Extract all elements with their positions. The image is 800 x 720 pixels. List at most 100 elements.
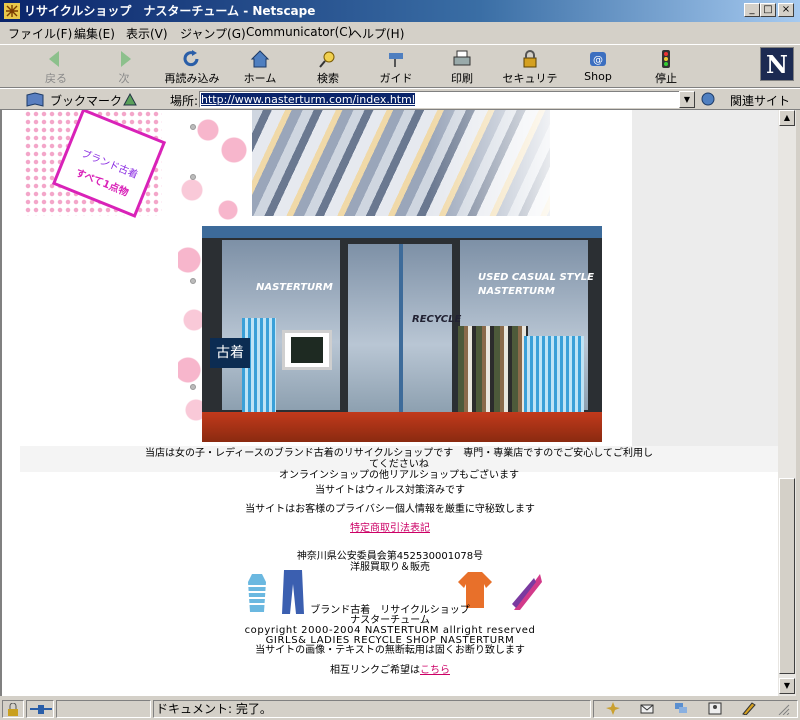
menu-help[interactable]: ヘルプ(H) xyxy=(350,25,404,42)
notice-line-2: オンラインショップの他リアルショップもございます xyxy=(279,470,519,481)
guide-button[interactable]: ガイド xyxy=(364,47,428,87)
photo-fade xyxy=(430,110,550,216)
shop-button[interactable]: @ Shop xyxy=(566,47,630,87)
guide-label: ガイド xyxy=(379,72,413,85)
reload-icon xyxy=(183,50,199,67)
scroll-up-button[interactable]: ▲ xyxy=(779,110,795,126)
law-link-row: 特定商取引法表記 xyxy=(2,523,778,534)
connection-plug-icon xyxy=(30,705,52,714)
mail-icon[interactable] xyxy=(640,702,654,715)
url-dropdown-button[interactable]: ▼ xyxy=(679,91,695,108)
shop-icon: @ xyxy=(590,52,606,66)
navigator-icon[interactable] xyxy=(606,702,620,715)
search-icon xyxy=(319,51,335,68)
link-exchange-text: 相互リンクご希望は xyxy=(330,665,420,676)
maximize-button[interactable]: □ xyxy=(760,3,776,17)
reload-label: 再読み込み xyxy=(164,72,220,85)
bookmark-icon xyxy=(26,92,44,107)
bullet-dot xyxy=(190,278,196,284)
link-exchange-row: 相互リンクご希望はこちら xyxy=(2,665,778,676)
virus-notice: 当サイトはウィルス対策済みです xyxy=(315,485,465,496)
clothes-rack xyxy=(458,326,528,412)
bullet-dot xyxy=(190,384,196,390)
vertical-scrollbar[interactable]: ▲ ▼ xyxy=(778,110,796,696)
security-button[interactable]: セキュリティ xyxy=(498,47,562,101)
minimize-button[interactable]: _ xyxy=(744,3,760,17)
stop-button[interactable]: 停止 xyxy=(634,47,698,87)
search-button[interactable]: 検索 xyxy=(296,47,360,87)
back-arrow-icon xyxy=(49,51,59,67)
commercial-law-link[interactable]: 特定商取引法表記 xyxy=(350,523,430,534)
home-label: ホーム xyxy=(243,72,277,85)
bookmarks-button[interactable]: ブックマーク xyxy=(50,92,122,109)
home-button[interactable]: ホーム xyxy=(228,47,292,87)
door-divider xyxy=(399,244,403,412)
menu-bar: ファイル(F) 編集(E) 表示(V) ジャンプ(G) Communicator… xyxy=(0,22,800,42)
location-bar: ブックマーク 場所: http://www.nasterturm.com/ind… xyxy=(0,88,800,110)
title-bar: リサイクルショップ ナスターチューム - Netscape _ □ × xyxy=(0,0,800,22)
home-icon xyxy=(250,50,270,68)
display-board xyxy=(282,330,332,370)
privacy-notice: 当サイトはお客様のプライバシー個人情報を厳重に守秘致します xyxy=(245,504,535,515)
newsgroup-icon[interactable] xyxy=(674,702,688,715)
security-lock-icon[interactable] xyxy=(6,703,20,716)
forward-label: 次 xyxy=(118,72,130,85)
guide-icon xyxy=(389,53,403,67)
license-number: 神奈川県公安委員会第452530001078号 xyxy=(296,551,484,562)
window-sign-used: USED CASUAL STYLE xyxy=(478,272,594,283)
window-sign-right: NASTERTURM xyxy=(478,286,555,297)
related-sites-icon xyxy=(701,92,715,106)
close-button[interactable]: × xyxy=(778,3,794,17)
progress-cell xyxy=(56,700,151,718)
store-window-left xyxy=(222,240,340,410)
location-label: 場所: xyxy=(170,94,199,108)
right-gray-panel xyxy=(632,110,778,446)
url-text: http://www.nasterturm.com/index.html xyxy=(201,93,415,106)
printer-icon xyxy=(453,50,471,66)
menu-edit[interactable]: 編集(E) xyxy=(74,25,115,42)
related-sites-button[interactable]: 関連サイト xyxy=(730,92,790,109)
forward-arrow-icon xyxy=(121,51,131,67)
scroll-down-button[interactable]: ▼ xyxy=(779,678,795,694)
used-clothes-sign: 古着 xyxy=(210,338,250,368)
shop-label: Shop xyxy=(584,70,612,83)
reload-button[interactable]: 再読み込み xyxy=(160,47,224,87)
svg-text:@: @ xyxy=(593,55,603,66)
print-label: 印刷 xyxy=(451,72,473,85)
scroll-thumb[interactable] xyxy=(779,478,795,674)
menu-file[interactable]: ファイル(F) xyxy=(8,25,72,42)
orange-shirt-image xyxy=(458,572,492,608)
resize-grip-icon[interactable] xyxy=(776,702,790,715)
page-content: ブランド古着 すべて1点物 NASTERTURM USED CASUAL STY… xyxy=(0,110,778,696)
forward-button[interactable]: 次 xyxy=(92,47,156,87)
page-proxy-icon[interactable] xyxy=(122,92,138,107)
link-exchange-link[interactable]: こちら xyxy=(420,665,450,676)
stop-icon xyxy=(662,50,670,68)
menu-view[interactable]: 表示(V) xyxy=(126,25,168,42)
address-book-icon[interactable] xyxy=(708,702,722,715)
bullet-dot xyxy=(190,174,196,180)
notice-line-1: 当店は女の子・レディースのブランド古着のリサイクルショップです 専門・専業店です… xyxy=(145,448,653,470)
print-button[interactable]: 印刷 xyxy=(430,47,494,87)
dotted-stamp-image: ブランド古着 すべて1点物 xyxy=(24,110,167,218)
copyright-notice: 当サイトの画像・テキストの無断転用は固くお断り致します xyxy=(255,645,525,656)
window-sign-left: NASTERTURM xyxy=(256,282,333,293)
url-input[interactable]: http://www.nasterturm.com/index.html xyxy=(199,91,681,108)
back-button[interactable]: 戻る xyxy=(24,47,88,87)
composer-icon[interactable] xyxy=(742,702,756,715)
stop-label: 停止 xyxy=(655,72,677,85)
bullet-dot xyxy=(190,124,196,130)
menu-jump[interactable]: ジャンプ(G) xyxy=(180,25,246,42)
store-floor xyxy=(202,412,602,442)
status-bar: ドキュメント: 完了。 xyxy=(0,698,800,720)
price-tag-image: ブランド古着 すべて1点物 xyxy=(51,110,167,218)
lock-icon xyxy=(523,50,537,68)
netscape-app-icon xyxy=(4,3,20,19)
store-frame-top xyxy=(202,226,602,238)
clothes-photo xyxy=(252,110,550,216)
storefront-photo: NASTERTURM USED CASUAL STYLE NASTERTURM … xyxy=(202,226,602,442)
navigation-toolbar: 戻る 次 再読み込み ホーム 検索 ガイド 印刷 セキュリティ xyxy=(0,44,800,101)
security-status-cell xyxy=(2,700,24,718)
menu-communicator[interactable]: Communicator(C) xyxy=(246,25,352,39)
license-business: 洋服買取り＆販売 xyxy=(350,562,430,573)
